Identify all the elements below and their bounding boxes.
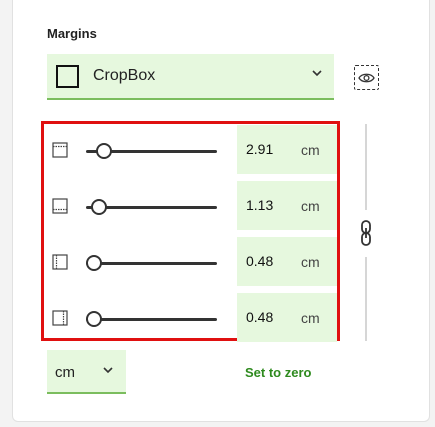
margin-slider-thumb-left[interactable] [86,255,102,271]
margin-unit: cm [301,254,320,270]
margin-row-bottom: 1.13 cm [44,181,337,234]
eye-icon [358,73,375,82]
margin-value-field-right[interactable]: 0.48 cm [237,293,337,343]
top-margin-icon [52,142,68,158]
margin-slider-thumb-bottom[interactable] [90,199,107,215]
margin-slider-thumb-right[interactable] [86,311,102,327]
margin-unit: cm [301,142,320,158]
box-type-label: CropBox [93,67,156,84]
margins-input-group: 2.91 cm 1.13 cm 0.48 cm 0.48 cm [41,121,340,343]
margin-value: 0.48 [246,309,274,325]
preview-toggle-button[interactable] [354,65,379,90]
unit-label: cm [55,364,75,381]
margin-row-top: 2.91 cm [44,125,337,178]
margin-slider-thumb-top[interactable] [96,143,113,159]
margin-value-field-top[interactable]: 2.91 cm [237,125,337,175]
unit-dropdown[interactable]: cm [47,350,126,394]
margin-value: 2.91 [246,141,274,157]
set-to-zero-button[interactable]: Set to zero [245,365,311,380]
chevron-down-icon [312,70,322,77]
margins-panel: Margins CropBox 2.91 cm 1.13 cm 0.48 cm 0.48 cm… [12,0,430,422]
link-margins-icon[interactable] [355,219,377,247]
link-connector-bottom [365,257,367,341]
box-type-dropdown[interactable]: CropBox [47,54,334,100]
margin-row-right: 0.48 cm [44,293,337,346]
bottom-margin-icon [52,198,68,214]
margin-value-field-left[interactable]: 0.48 cm [237,237,337,287]
margin-unit: cm [301,310,320,326]
box-swatch-icon [56,64,79,88]
margin-value-field-bottom[interactable]: 1.13 cm [237,181,337,231]
right-margin-icon [52,310,68,326]
margin-value: 1.13 [246,197,274,213]
margin-row-left: 0.48 cm [44,237,337,290]
chevron-down-icon [103,367,113,374]
margin-value: 0.48 [246,253,274,269]
section-title: Margins [47,26,97,41]
link-connector-top [365,124,367,210]
margin-slider-left[interactable] [86,262,217,265]
left-margin-icon [52,254,68,270]
margin-unit: cm [301,198,320,214]
margin-slider-right[interactable] [86,318,217,321]
